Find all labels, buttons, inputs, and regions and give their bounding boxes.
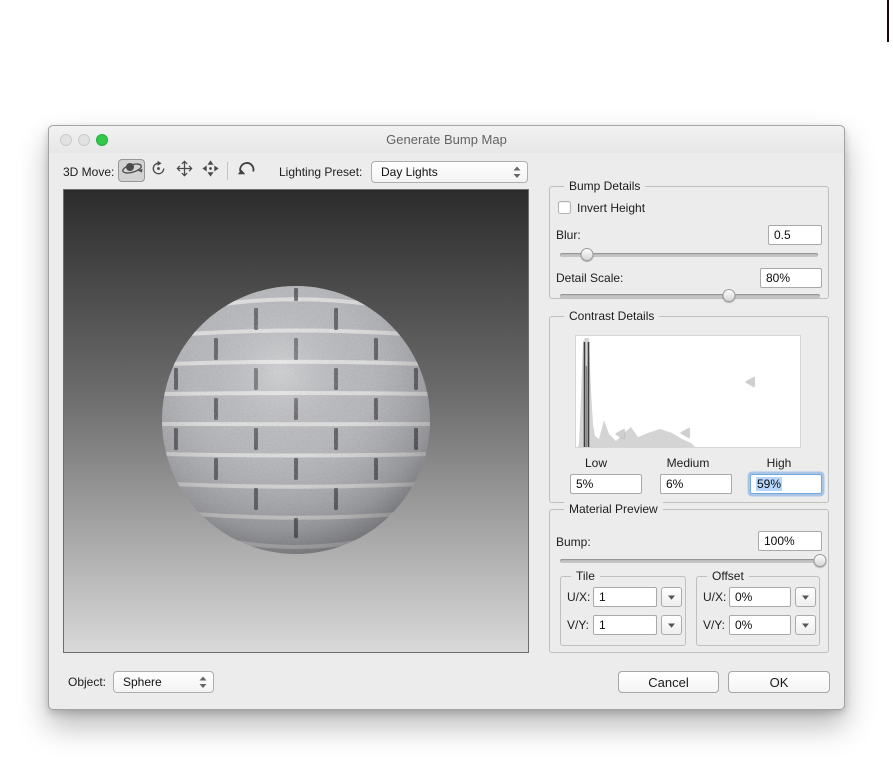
roll-icon (149, 159, 168, 183)
slide-tool-button[interactable] (197, 159, 224, 182)
updown-arrows-icon (199, 676, 207, 692)
contrast-histogram[interactable] (575, 335, 801, 448)
histogram-marker-medium[interactable] (680, 427, 690, 438)
offset-group: Offset U/X: 0% V/Y: 0% (696, 569, 820, 646)
offset-ux-field[interactable]: 0% (729, 587, 791, 607)
contrast-details-group: Contrast Details Low Medium High 5% 6% 5… (549, 309, 829, 503)
blur-slider[interactable] (560, 248, 818, 261)
object-label: Object: (68, 675, 107, 689)
bump-value: 100% (764, 534, 795, 548)
tile-ux-value: 1 (599, 590, 606, 604)
low-field[interactable]: 5% (570, 474, 642, 494)
low-label: Low (584, 456, 608, 470)
detail-scale-field[interactable]: 80% (760, 268, 822, 288)
tile-ux-field[interactable]: 1 (593, 587, 657, 607)
bump-details-legend: Bump Details (564, 179, 646, 193)
offset-vy-field[interactable]: 0% (729, 615, 791, 635)
offset-legend: Offset (707, 569, 749, 583)
bump-field[interactable]: 100% (758, 531, 822, 551)
bump-label: Bump: (556, 535, 591, 549)
medium-label: Medium (666, 456, 710, 470)
high-field[interactable]: 59% (750, 474, 822, 494)
detail-scale-slider-thumb[interactable] (722, 289, 736, 302)
detail-scale-slider[interactable] (560, 289, 820, 302)
medium-field[interactable]: 6% (660, 474, 732, 494)
tile-vy-preset-button[interactable] (661, 615, 682, 635)
cancel-button[interactable]: Cancel (618, 671, 719, 693)
tile-ux-label: U/X: (567, 590, 591, 604)
bump-slider-track (560, 559, 822, 563)
offset-ux-value: 0% (735, 590, 753, 604)
toolbar-divider (227, 162, 228, 180)
preview-canvas[interactable] (63, 189, 529, 653)
invert-height-checkbox[interactable] (558, 201, 571, 214)
invert-height-label: Invert Height (577, 201, 646, 215)
dropdown-arrow-icon (668, 623, 675, 628)
pan-icon (175, 159, 194, 183)
orbit-tool-button[interactable] (118, 159, 145, 182)
high-label: High (766, 456, 792, 470)
tile-legend: Tile (571, 569, 600, 583)
object-value: Sphere (123, 675, 162, 689)
orbit-icon (121, 159, 143, 182)
dialog-title: Generate Bump Map (386, 132, 507, 147)
dropdown-arrow-icon (802, 595, 809, 600)
tile-vy-field[interactable]: 1 (593, 615, 657, 635)
dropdown-arrow-icon (802, 623, 809, 628)
lighting-preset-label: Lighting Preset: (279, 165, 363, 179)
roll-tool-button[interactable] (145, 159, 172, 182)
detail-scale-value: 80% (766, 271, 791, 285)
object-dropdown[interactable]: Sphere (113, 671, 214, 693)
medium-value: 6% (666, 477, 684, 491)
tile-vy-value: 1 (599, 618, 606, 632)
offset-ux-label: U/X: (703, 590, 727, 604)
bump-details-group: Bump Details Invert Height Blur: 0.5 Det… (549, 179, 829, 302)
pan-tool-button[interactable] (171, 159, 198, 182)
histogram-marker-low[interactable] (615, 428, 625, 439)
offset-vy-value: 0% (735, 618, 753, 632)
blur-slider-track (560, 253, 818, 257)
title-bar[interactable]: Generate Bump Map (49, 126, 844, 153)
lighting-preset-dropdown[interactable]: Day Lights (371, 161, 528, 183)
offset-vy-preset-button[interactable] (795, 615, 816, 635)
generate-bump-map-dialog: Generate Bump Map 3D Move: Lighting Pres… (48, 125, 845, 710)
detail-scale-slider-track (560, 294, 820, 298)
histogram-marker-high[interactable] (745, 376, 755, 387)
move-mode-label: 3D Move: (63, 165, 115, 179)
material-preview-legend: Material Preview (564, 502, 663, 516)
bump-slider[interactable] (560, 554, 827, 567)
updown-arrows-icon (513, 166, 521, 182)
tile-vy-label: V/Y: (567, 618, 590, 632)
blur-value: 0.5 (774, 228, 791, 242)
blur-field[interactable]: 0.5 (768, 225, 822, 245)
tile-group: Tile U/X: 1 V/Y: 1 (560, 569, 686, 646)
low-value: 5% (576, 477, 594, 491)
contrast-details-legend: Contrast Details (564, 309, 660, 323)
lighting-preset-value: Day Lights (381, 165, 438, 179)
offset-ux-preset-button[interactable] (795, 587, 816, 607)
high-value: 59% (756, 477, 783, 491)
ok-button[interactable]: OK (728, 671, 830, 693)
blur-label: Blur: (556, 228, 581, 242)
tile-ux-preset-button[interactable] (661, 587, 682, 607)
slide-icon (201, 159, 220, 183)
reset-view-button[interactable] (234, 159, 261, 182)
offset-vy-label: V/Y: (703, 618, 726, 632)
reset-view-icon (237, 159, 258, 183)
material-preview-group: Material Preview Bump: 100% Tile U/X: 1 … (549, 502, 829, 653)
dropdown-arrow-icon (668, 595, 675, 600)
blur-slider-thumb[interactable] (580, 248, 594, 261)
bump-sphere-preview (162, 286, 430, 554)
screen: Generate Bump Map 3D Move: Lighting Pres… (0, 0, 893, 774)
screen-edge-artifact (887, 0, 889, 42)
bump-slider-thumb[interactable] (813, 554, 827, 567)
detail-scale-label: Detail Scale: (556, 271, 624, 285)
